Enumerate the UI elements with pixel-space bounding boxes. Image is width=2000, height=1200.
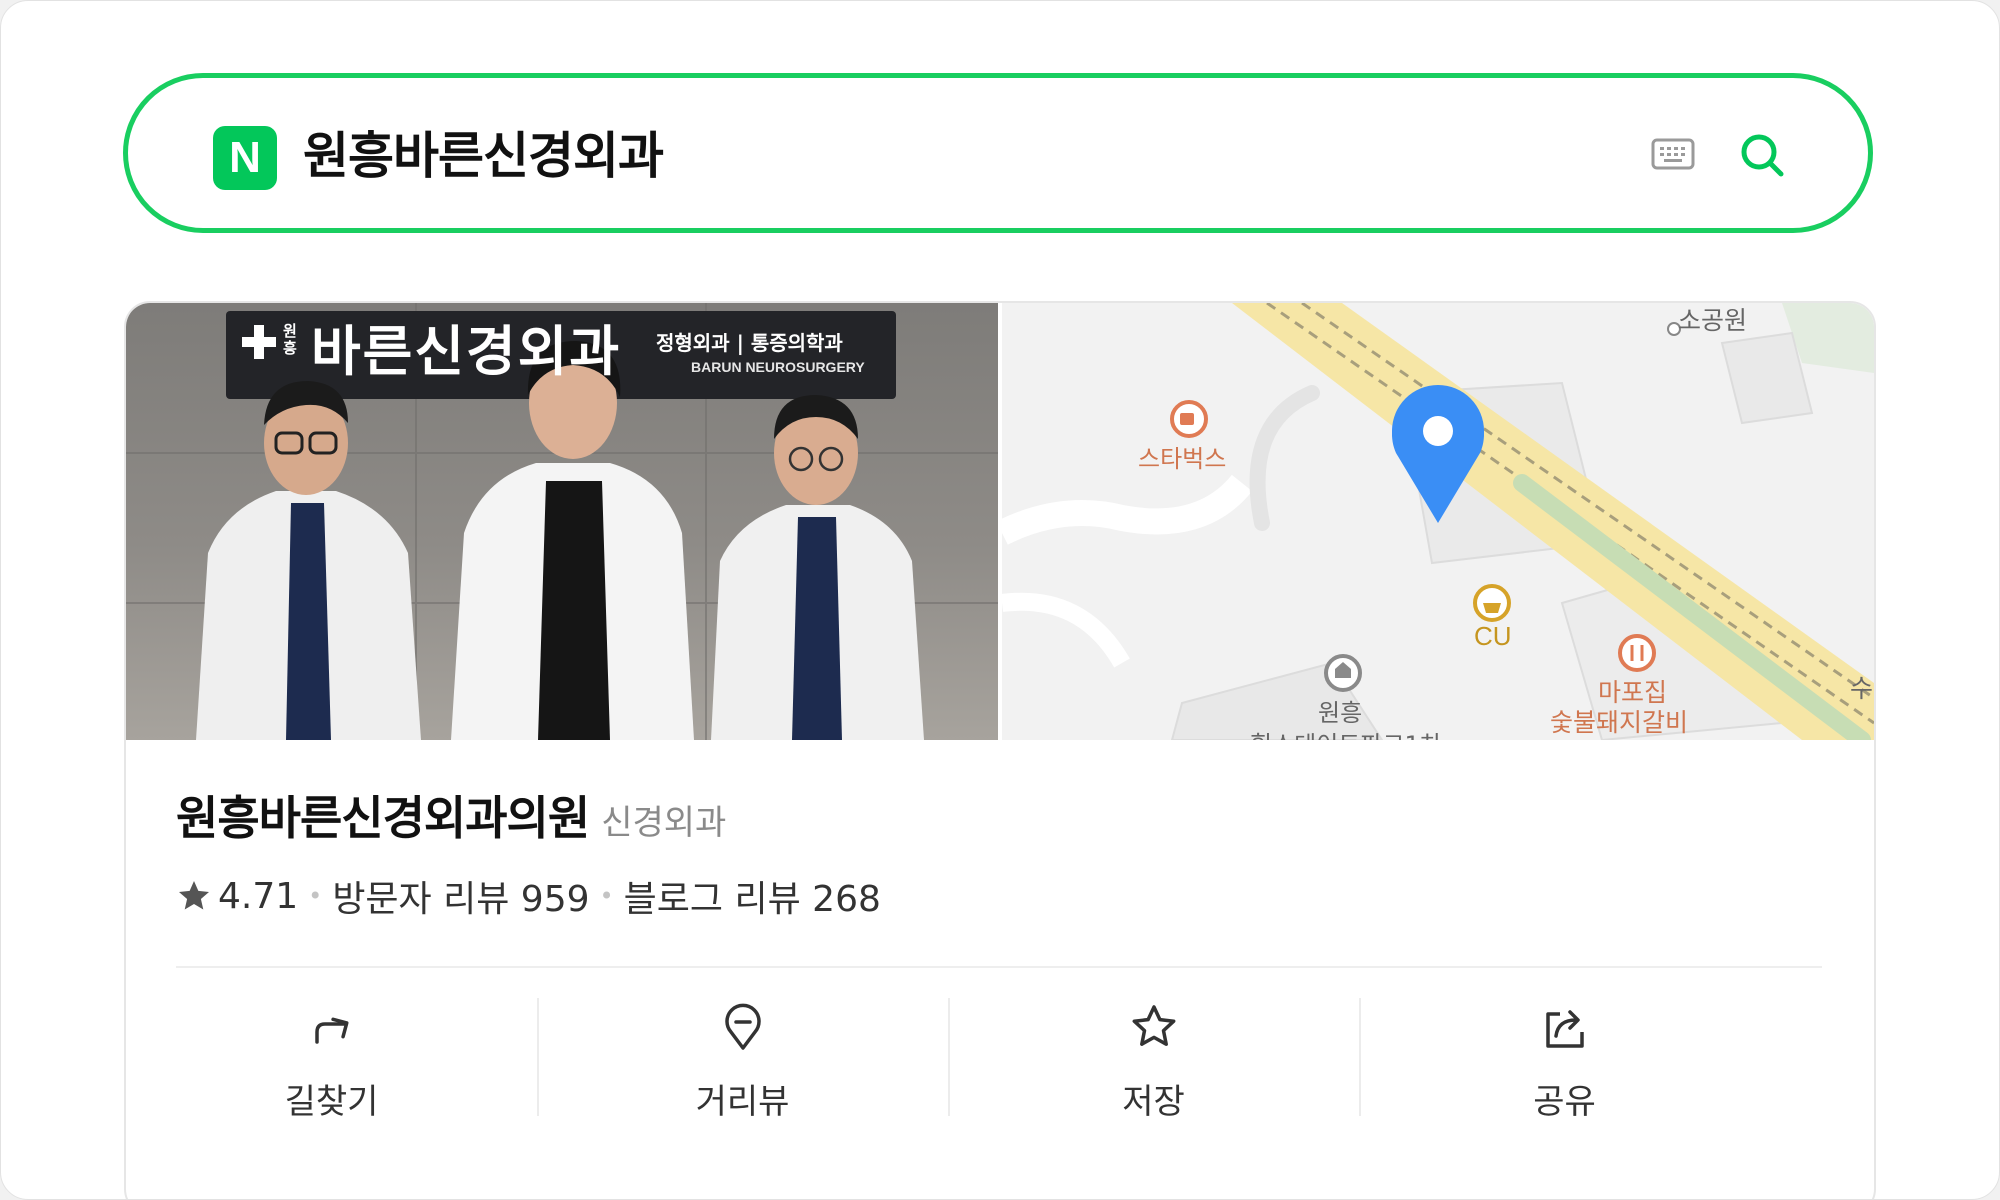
directions-icon (314, 1017, 348, 1044)
divider (176, 966, 1822, 968)
search-icon[interactable] (1737, 130, 1787, 180)
save-button[interactable]: 저장 (948, 996, 1359, 1156)
doctor-left (196, 381, 421, 740)
map-label-station-2: 힐스테이트파크1차 (1250, 725, 1442, 740)
app-frame: N 원흥바른신경외과 원흥 바른신경외과 정형외과 | 통증의학과 BARUN … (0, 0, 2000, 1200)
place-name[interactable]: 원흥바른신경외과의원 (176, 791, 590, 845)
doctor-center (451, 341, 694, 740)
street-view-label: 거리뷰 (695, 1082, 790, 1122)
search-input[interactable]: 원흥바른신경외과 (303, 124, 664, 188)
star-icon (179, 881, 209, 910)
sign-sub: 정형외과 | 통증의학과 (656, 331, 843, 355)
save-label: 저장 (1122, 1082, 1185, 1122)
place-map[interactable]: 소공원 스타벅스 CU 원흥 힐스테이트파크1차 마포집 숯불돼지갈비 수 (1002, 303, 1874, 740)
map-label-restaurant-2: 숯불돼지갈비 (1550, 708, 1689, 737)
sign-prefix: 원흥 (283, 322, 297, 357)
star-outline-icon (1132, 1005, 1175, 1046)
keyboard-icon[interactable] (1651, 136, 1695, 172)
place-category: 신경외과 (601, 803, 727, 843)
map-label-cu: CU (1474, 621, 1512, 651)
separator-dot: • (599, 882, 614, 910)
place-title[interactable]: 원흥바른신경외과의원 신경외과 (176, 782, 726, 848)
street-view-pin-icon (724, 1003, 761, 1050)
street-view-button[interactable]: 거리뷰 (537, 996, 948, 1156)
visitor-reviews-link[interactable]: 방문자 리뷰 959 (332, 870, 589, 922)
doctor-right (711, 395, 924, 740)
place-card[interactable]: 원흥 바른신경외과 정형외과 | 통증의학과 BARUN NEUROSURGER… (124, 301, 1876, 1199)
sign-en: BARUN NEUROSURGERY (691, 359, 865, 375)
search-bar[interactable]: N 원흥바른신경외과 (123, 73, 1873, 233)
sign-main: 바른신경외과 (311, 319, 622, 383)
action-bar: 길찾기 거리뷰 저장 공유 (126, 996, 1874, 1156)
naver-logo[interactable]: N (213, 126, 277, 190)
separator-dot: • (308, 882, 323, 910)
map-label-starbucks: 스타벅스 (1138, 445, 1227, 473)
map-label-station-1: 원흥 (1318, 699, 1363, 727)
place-photo[interactable]: 원흥 바른신경외과 정형외과 | 통증의학과 BARUN NEUROSURGER… (126, 303, 998, 740)
blog-reviews-link[interactable]: 블로그 리뷰 268 (624, 870, 881, 922)
share-icon (1545, 1010, 1584, 1048)
map-label-park: 소공원 (1678, 306, 1748, 335)
share-label: 공유 (1533, 1082, 1596, 1122)
place-meta: 4.71 • 방문자 리뷰 959 • 블로그 리뷰 268 (176, 870, 881, 922)
directions-label: 길찾기 (284, 1082, 379, 1122)
share-button[interactable]: 공유 (1359, 996, 1770, 1156)
rating-value: 4.71 (218, 875, 299, 917)
directions-button[interactable]: 길찾기 (126, 996, 537, 1156)
map-label-edge: 수 (1850, 674, 1874, 703)
